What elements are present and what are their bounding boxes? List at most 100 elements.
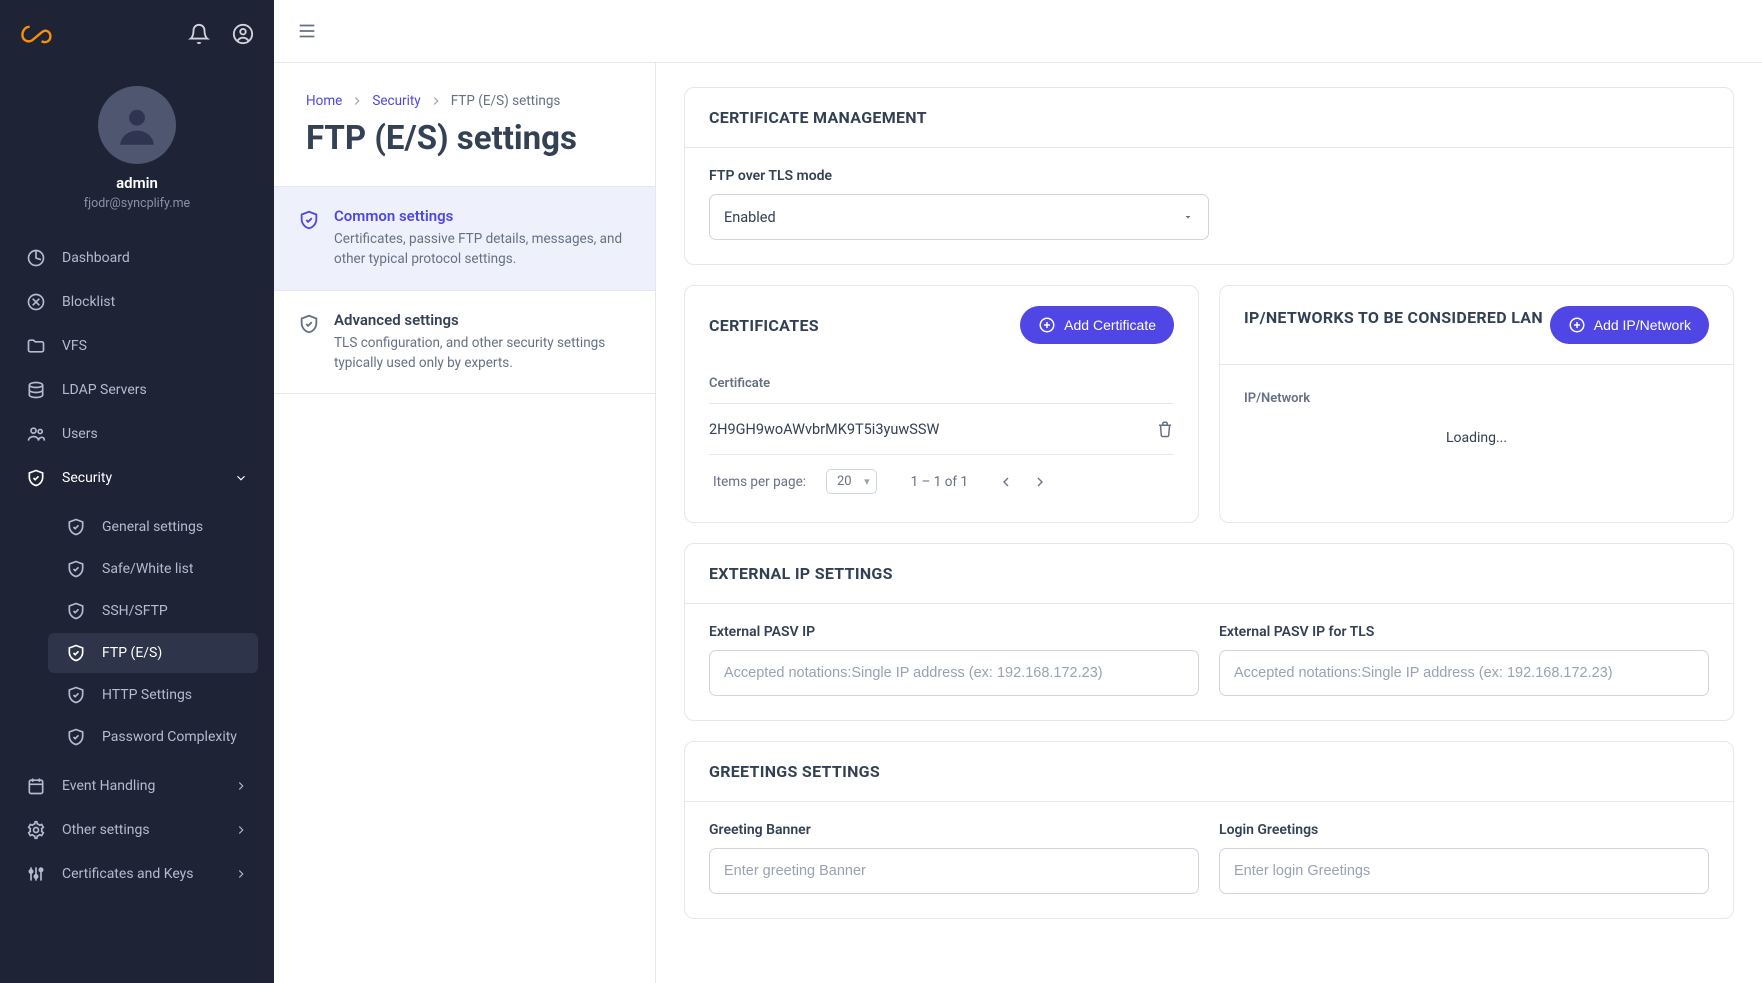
page-title: FTP (E/S) settings xyxy=(306,119,623,158)
nav-security[interactable]: Security xyxy=(8,457,266,499)
nav-users[interactable]: Users xyxy=(8,413,266,455)
content: Home Security FTP (E/S) settings FTP (E/… xyxy=(274,63,1762,983)
nav-label: VFS xyxy=(62,338,87,354)
app-logo-icon xyxy=(20,20,52,48)
nav-label: SSH/SFTP xyxy=(102,603,168,619)
avatar-icon xyxy=(98,86,176,164)
shield-check-icon xyxy=(298,209,320,231)
nav-sub-passwordcomplexity[interactable]: Password Complexity xyxy=(48,717,258,757)
pager-prev-button[interactable] xyxy=(998,474,1014,490)
nav-label: Event Handling xyxy=(62,778,155,794)
breadcrumb-current: FTP (E/S) settings xyxy=(451,93,561,109)
chevron-right-icon xyxy=(429,94,443,108)
chevron-right-icon xyxy=(1032,474,1048,490)
button-label: Add IP/Network xyxy=(1594,317,1691,333)
profile-email: fjodr@syncplify.me xyxy=(84,196,190,211)
nav-dashboard[interactable]: Dashboard xyxy=(8,237,266,279)
card-certificates: CERTIFICATES Add Certificate Certificate… xyxy=(684,285,1199,523)
nav-sub-sshsftp[interactable]: SSH/SFTP xyxy=(48,591,258,631)
tab-title: Common settings xyxy=(334,207,631,225)
per-page-label: Items per page: xyxy=(713,474,806,490)
ip-loading-text: Loading... xyxy=(1244,412,1709,452)
cert-id: 2H9GH9woAWvbrMK9T5i3yuwSSWXim5InErtqcxQd xyxy=(709,421,939,438)
tls-mode-select[interactable]: Enabled xyxy=(709,194,1209,240)
card-title: CERTIFICATE MANAGEMENT xyxy=(709,108,927,127)
notifications-icon[interactable] xyxy=(188,23,210,45)
per-page-select[interactable]: 20 xyxy=(826,469,877,494)
trash-icon xyxy=(1156,420,1174,438)
nav-certkeys[interactable]: Certificates and Keys xyxy=(8,853,266,895)
tls-mode-value: Enabled xyxy=(724,209,776,226)
nav-othersettings[interactable]: Other settings xyxy=(8,809,266,851)
tab-advanced-settings[interactable]: Advanced settings TLS configuration, and… xyxy=(274,291,655,395)
plus-circle-icon xyxy=(1038,316,1056,334)
nav-label: Security xyxy=(62,470,112,486)
tab-title: Advanced settings xyxy=(334,311,631,329)
chevron-right-icon xyxy=(234,779,248,793)
card-title: IP/NETWORKS TO BE CONSIDERED LAN xyxy=(1244,306,1543,330)
sidebar-nav: Dashboard Blocklist VFS LDAP Servers Use… xyxy=(0,231,274,983)
profile-username: admin xyxy=(116,174,158,192)
caret-down-icon xyxy=(1182,211,1194,223)
breadcrumb-security[interactable]: Security xyxy=(372,93,420,109)
add-certificate-button[interactable]: Add Certificate xyxy=(1020,306,1174,344)
sidebar: admin fjodr@syncplify.me Dashboard Block… xyxy=(0,0,274,983)
nav-vfs[interactable]: VFS xyxy=(8,325,266,367)
pasv-ip-tls-label: External PASV IP for TLS xyxy=(1219,624,1709,640)
tab-common-settings[interactable]: Common settings Certificates, passive FT… xyxy=(274,187,655,291)
nav-sub-general[interactable]: General settings xyxy=(48,507,258,547)
button-label: Add Certificate xyxy=(1064,317,1156,333)
login-greetings-input[interactable] xyxy=(1219,848,1709,894)
greeting-banner-input[interactable] xyxy=(709,848,1199,894)
breadcrumb-home[interactable]: Home xyxy=(306,93,342,109)
card-title: EXTERNAL IP SETTINGS xyxy=(709,564,893,583)
nav-label: Blocklist xyxy=(62,294,115,310)
nav-label: Password Complexity xyxy=(102,729,237,745)
tab-desc: Certificates, passive FTP details, messa… xyxy=(334,229,631,270)
chevron-right-icon xyxy=(234,867,248,881)
breadcrumb: Home Security FTP (E/S) settings xyxy=(306,93,623,109)
settings-tabs: Common settings Certificates, passive FT… xyxy=(274,186,655,394)
nav-eventhandling[interactable]: Event Handling xyxy=(8,765,266,807)
user-circle-icon[interactable] xyxy=(232,23,254,45)
nav-label: Certificates and Keys xyxy=(62,866,194,882)
pager-next-button[interactable] xyxy=(1032,474,1048,490)
nav-label: FTP (E/S) xyxy=(102,645,162,661)
tls-mode-label: FTP over TLS mode xyxy=(709,168,1709,184)
card-external-ip: EXTERNAL IP SETTINGS External PASV IP Ex… xyxy=(684,543,1734,721)
ip-table-col: IP/Network xyxy=(1244,385,1709,412)
nav-sub-http[interactable]: HTTP Settings xyxy=(48,675,258,715)
pasv-ip-input[interactable] xyxy=(709,650,1199,696)
nav-ldap[interactable]: LDAP Servers xyxy=(8,369,266,411)
chevron-down-icon xyxy=(234,471,248,485)
card-certificate-management: CERTIFICATE MANAGEMENT FTP over TLS mode… xyxy=(684,87,1734,265)
chevron-left-icon xyxy=(998,474,1014,490)
nav-label: Safe/White list xyxy=(102,561,193,577)
nav-label: Dashboard xyxy=(62,250,130,266)
nav-security-sub: General settings Safe/White list SSH/SFT… xyxy=(8,501,266,765)
nav-blocklist[interactable]: Blocklist xyxy=(8,281,266,323)
nav-label: Users xyxy=(62,426,98,442)
nav-label: HTTP Settings xyxy=(102,687,192,703)
login-greetings-label: Login Greetings xyxy=(1219,822,1709,838)
settings-panel: CERTIFICATE MANAGEMENT FTP over TLS mode… xyxy=(656,63,1762,983)
sidebar-profile: admin fjodr@syncplify.me xyxy=(0,68,274,231)
delete-certificate-button[interactable] xyxy=(1156,420,1174,438)
chevron-right-icon xyxy=(350,94,364,108)
hamburger-icon[interactable] xyxy=(296,20,318,42)
nav-label: LDAP Servers xyxy=(62,382,147,398)
card-title: GREETINGS SETTINGS xyxy=(709,762,880,781)
nav-sub-safewhite[interactable]: Safe/White list xyxy=(48,549,258,589)
pasv-ip-tls-input[interactable] xyxy=(1219,650,1709,696)
sidebar-topbar xyxy=(0,0,274,68)
cert-table-col: Certificate xyxy=(709,364,1174,403)
shield-check-icon xyxy=(298,313,320,335)
main-area: Home Security FTP (E/S) settings FTP (E/… xyxy=(274,0,1762,983)
card-greetings: GREETINGS SETTINGS Greeting Banner Login… xyxy=(684,741,1734,919)
add-ip-network-button[interactable]: Add IP/Network xyxy=(1550,306,1709,344)
card-title: CERTIFICATES xyxy=(709,316,819,335)
nav-label: Other settings xyxy=(62,822,150,838)
nav-sub-ftpes[interactable]: FTP (E/S) xyxy=(48,633,258,673)
tab-desc: TLS configuration, and other security se… xyxy=(334,333,631,374)
greeting-banner-label: Greeting Banner xyxy=(709,822,1199,838)
